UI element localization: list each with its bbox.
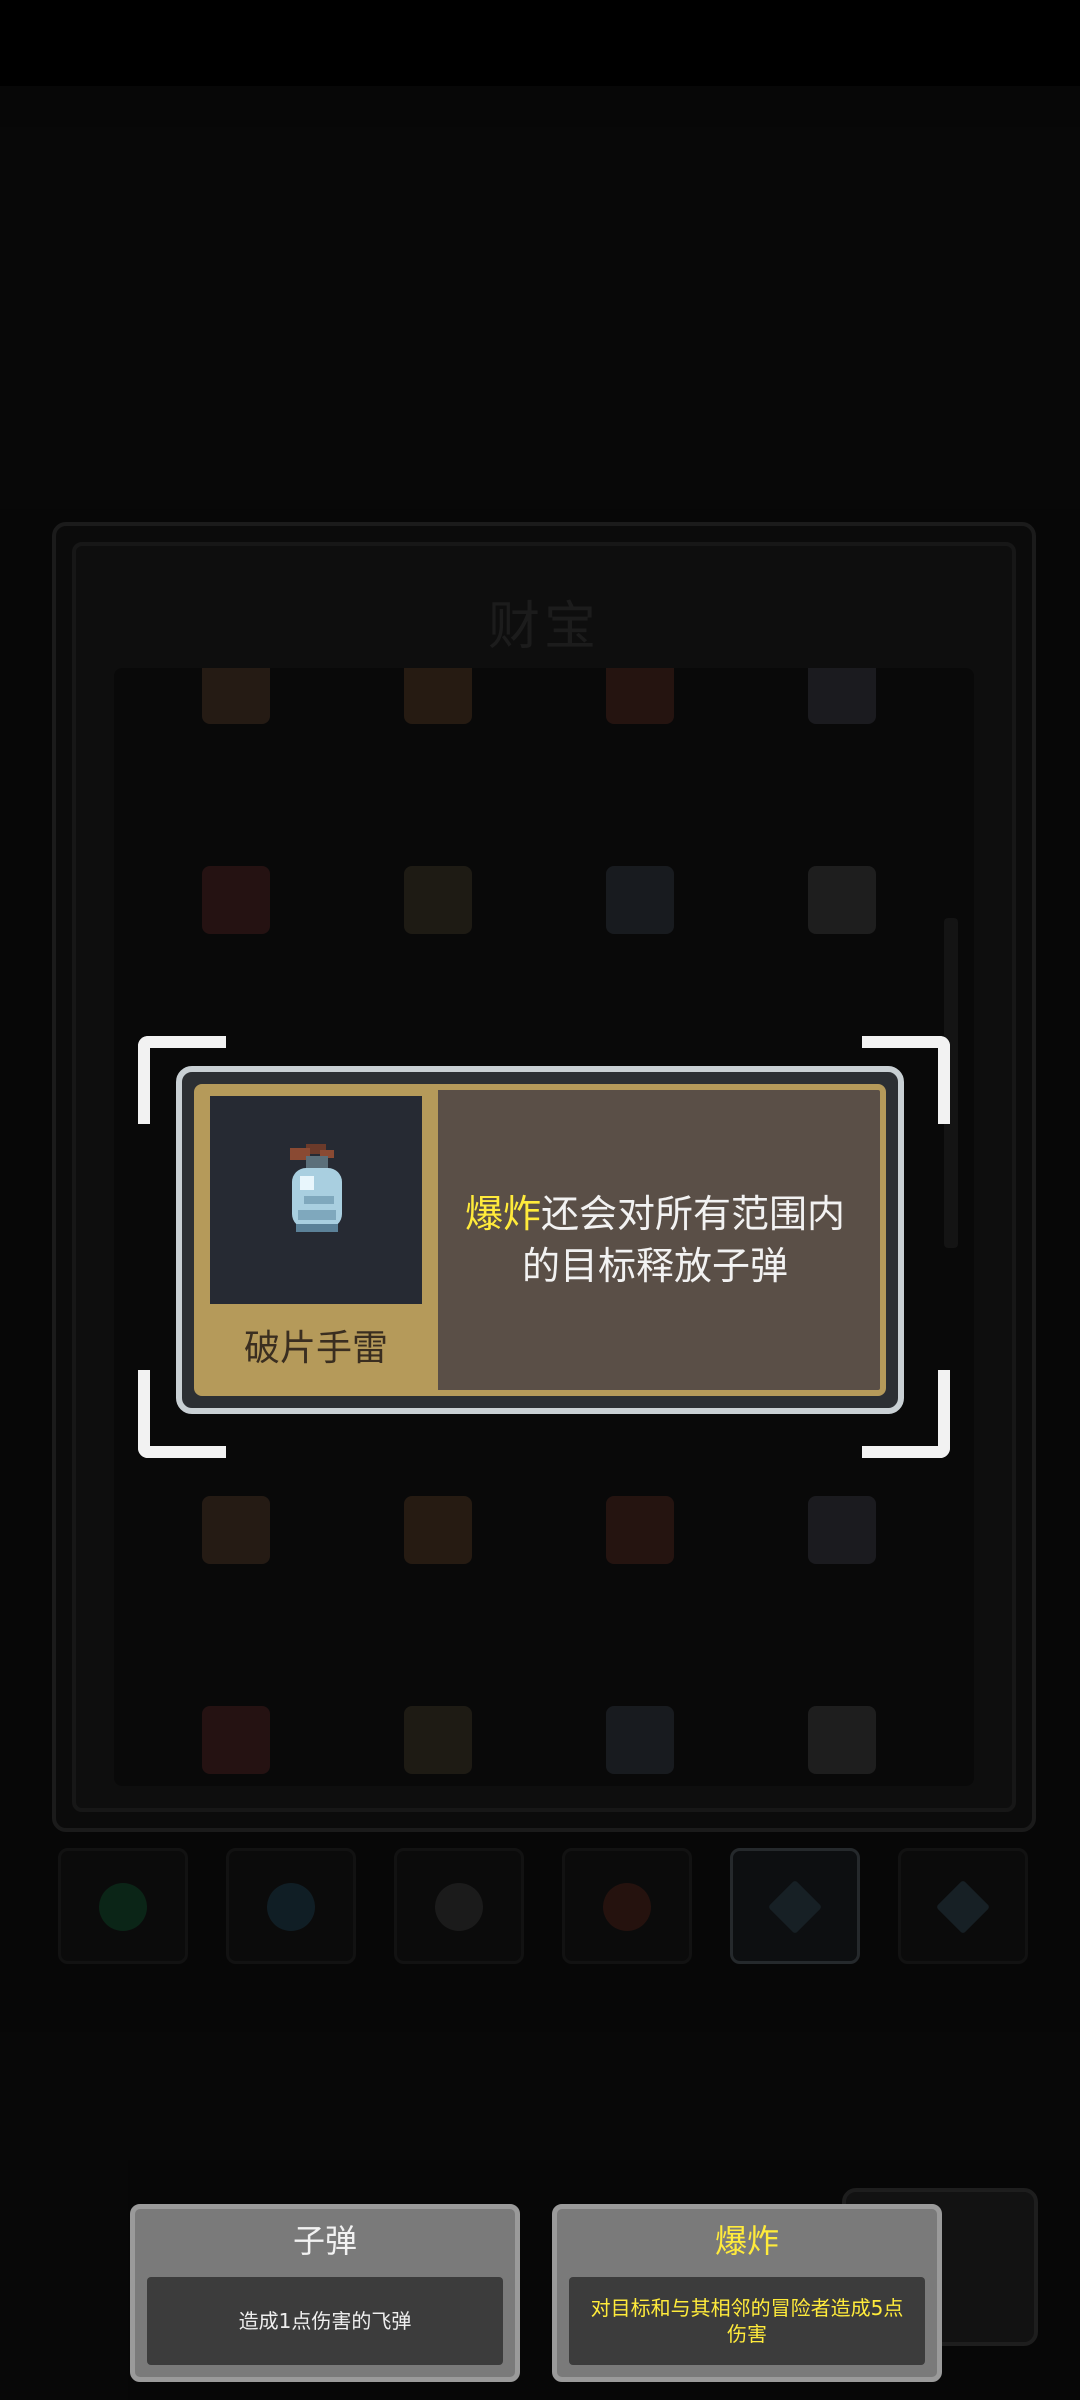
item-detail-card[interactable]: 破片手雷 爆炸还会对所有范围内的目标释放子弹 (176, 1066, 904, 1414)
item-icon-box: 破片手雷 (200, 1090, 438, 1390)
description-text: 还会对所有范围内的目标释放子弹 (521, 1192, 846, 1288)
item-description: 爆炸还会对所有范围内的目标释放子弹 (450, 1090, 860, 1390)
tooltip-body: 对目标和与其相邻的冒险者造成5点伤害 (569, 2277, 925, 2365)
grenade-icon (290, 1144, 342, 1232)
item-icon-slot (210, 1096, 422, 1304)
item-detail-frame: 破片手雷 爆炸还会对所有范围内的目标释放子弹 (194, 1084, 886, 1396)
description-keyword[interactable]: 爆炸 (465, 1192, 541, 1236)
tooltip-title: 爆炸 (714, 2222, 779, 2260)
keyword-tooltip-bullet: 子弹 造成1点伤害的飞弹 (130, 2204, 520, 2382)
tooltip-body: 造成1点伤害的飞弹 (147, 2277, 503, 2365)
keyword-tooltip-explosion: 爆炸 对目标和与其相邻的冒险者造成5点伤害 (552, 2204, 942, 2382)
tooltip-title: 子弹 (292, 2222, 357, 2260)
item-name: 破片手雷 (243, 1328, 388, 1369)
